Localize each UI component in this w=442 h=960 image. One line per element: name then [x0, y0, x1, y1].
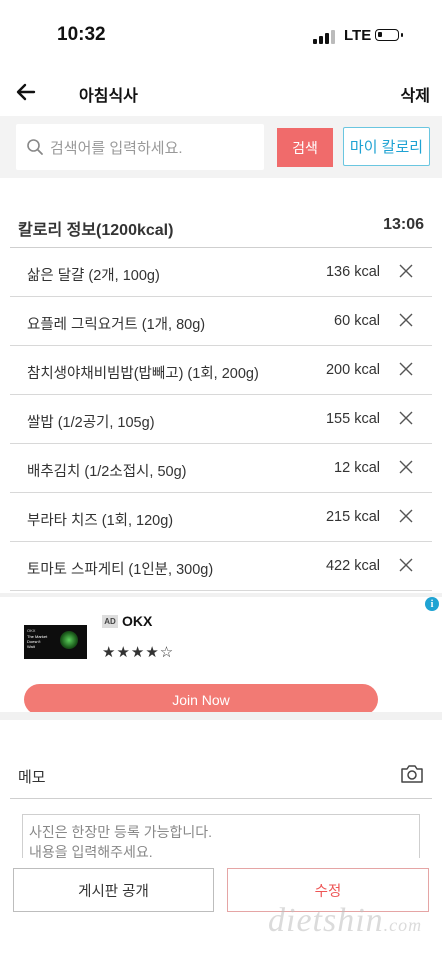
ad-image-brand: OKX [27, 628, 36, 633]
ad-rating-stars: ★★★★☆ [102, 644, 175, 661]
network-label: LTE [344, 27, 372, 44]
food-item: 참치생야채비빔밥(밥빼고) (1회, 200g) 200 kcal [10, 346, 432, 395]
meal-time[interactable]: 13:06 [383, 216, 424, 234]
join-now-button[interactable]: Join Now [24, 684, 378, 715]
calorie-info-header: 칼로리 정보(1200kcal) 13:06 [10, 200, 432, 248]
top-header: 아침식사 삭제 [0, 70, 442, 116]
close-icon[interactable] [398, 361, 414, 377]
close-icon[interactable] [398, 263, 414, 279]
ad-banner: i OKX The Market Doesn't Wait AD OKX ★★★… [0, 593, 442, 720]
search-icon [27, 139, 43, 155]
memo-label: 메모 [18, 769, 46, 786]
food-name: 요플레 그릭요거트 (1개, 80g) [27, 317, 206, 333]
clock: 10:32 [57, 24, 106, 45]
memo-header: 메모 [10, 752, 432, 799]
food-item: 토마토 스파게티 (1인분, 300g) 422 kcal [10, 542, 432, 591]
status-bar: 10:32 LTE [0, 0, 442, 70]
food-list: 삶은 달걀 (2개, 100g) 136 kcal 요플레 그릭요거트 (1개,… [10, 248, 432, 591]
food-name: 쌀밥 (1/2공기, 105g) [27, 415, 155, 431]
arrow-left-icon[interactable] [14, 80, 38, 104]
close-icon[interactable] [398, 459, 414, 475]
food-item: 쌀밥 (1/2공기, 105g) 155 kcal [10, 395, 432, 444]
close-icon[interactable] [398, 557, 414, 573]
battery-icon [375, 29, 403, 41]
search-button[interactable]: 검색 [277, 128, 333, 167]
food-kcal: 155 kcal [325, 411, 380, 427]
ad-divider-top [0, 593, 442, 597]
ad-image[interactable]: OKX The Market Doesn't Wait [24, 625, 87, 659]
food-item: 부라타 치즈 (1회, 120g) 215 kcal [10, 493, 432, 542]
food-item: 요플레 그릭요거트 (1개, 80g) 60 kcal [10, 297, 432, 346]
food-name: 삶은 달걀 (2개, 100g) [27, 268, 160, 284]
food-item: 배추김치 (1/2소접시, 50g) 12 kcal [10, 444, 432, 493]
bottom-action-bar: 게시판 공개 수정 dietshin.com [0, 858, 442, 960]
delete-button[interactable]: 삭제 [401, 82, 430, 106]
search-input[interactable] [48, 134, 262, 162]
watermark-logo: dietshin.com [268, 902, 422, 940]
food-kcal: 200 kcal [325, 362, 380, 378]
close-icon[interactable] [398, 312, 414, 328]
ad-divider-bottom [0, 712, 442, 720]
food-item: 삶은 달걀 (2개, 100g) 136 kcal [10, 248, 432, 297]
ad-title[interactable]: OKX [122, 613, 152, 629]
food-name: 부라타 치즈 (1회, 120g) [27, 513, 174, 529]
watermark-text: dietshin [268, 902, 384, 939]
search-box [16, 124, 264, 170]
public-post-button[interactable]: 게시판 공개 [13, 868, 214, 912]
ad-image-graphic [60, 631, 78, 649]
food-kcal: 60 kcal [334, 313, 380, 329]
search-bar: 검색 마이 칼로리 [0, 116, 442, 178]
food-kcal: 422 kcal [325, 558, 380, 574]
info-icon[interactable]: i [425, 597, 439, 611]
my-calorie-button[interactable]: 마이 칼로리 [343, 127, 430, 166]
close-icon[interactable] [398, 508, 414, 524]
camera-icon[interactable] [400, 763, 424, 785]
memo-placeholder-line1: 사진은 한장만 등록 가능합니다. [29, 824, 212, 840]
signal-icon [313, 30, 335, 44]
food-name: 토마토 스파게티 (1인분, 300g) [27, 562, 214, 578]
food-kcal: 215 kcal [325, 509, 380, 525]
food-kcal: 136 kcal [325, 264, 380, 280]
ad-tag: AD [102, 615, 118, 628]
page-title: 아침식사 [79, 88, 138, 105]
ad-image-text: The Market Doesn't Wait [27, 634, 48, 649]
food-name: 참치생야채비빔밥(밥빼고) (1회, 200g) [27, 366, 259, 382]
close-icon[interactable] [398, 410, 414, 426]
watermark-suffix: .com [383, 915, 423, 935]
calorie-info-label: 칼로리 정보(1200kcal) [18, 222, 174, 239]
food-name: 배추김치 (1/2소접시, 50g) [27, 464, 187, 480]
food-kcal: 12 kcal [334, 460, 380, 476]
